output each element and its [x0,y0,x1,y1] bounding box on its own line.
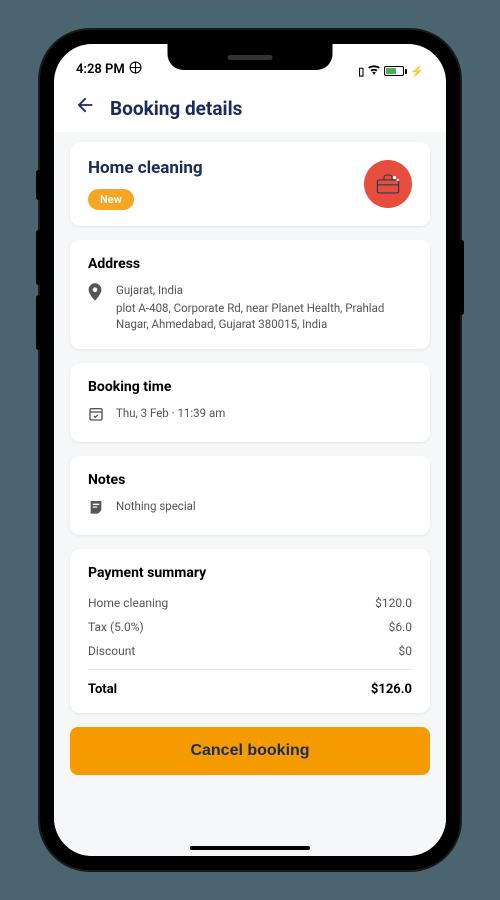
screen: 4:28 PM ▯ ⚡ Booking details [54,44,446,856]
status-time: 4:28 PM [76,62,125,77]
payment-value: $120.0 [375,596,412,610]
phone-side-button [36,230,41,285]
notes-row: Nothing special [88,498,412,519]
phone-frame: 4:28 PM ▯ ⚡ Booking details [40,30,460,870]
note-icon [88,499,106,519]
status-right: ▯ ⚡ [358,64,424,78]
phone-speaker [228,55,273,60]
phone-side-button [36,170,41,200]
payment-row: Tax (5.0%) $6.0 [88,615,412,639]
address-line2: plot A-408, Corporate Rd, near Planet He… [116,300,412,333]
service-info: Home cleaning New [88,158,203,210]
booking-time-card: Booking time Thu, 3 Feb · 11:39 am [70,363,430,442]
payment-label: Home cleaning [88,596,168,610]
payment-row: Discount $0 [88,639,412,663]
notes-heading: Notes [88,472,412,488]
service-card: Home cleaning New [70,142,430,226]
payment-total-row: Total $126.0 [88,676,412,697]
notes-card: Notes Nothing special [70,456,430,535]
battery-icon [384,66,407,76]
payment-heading: Payment summary [88,565,412,581]
status-left: 4:28 PM [76,61,142,78]
booking-time-row: Thu, 3 Feb · 11:39 am [88,405,412,426]
charging-icon: ⚡ [410,65,424,78]
notes-value: Nothing special [116,498,196,515]
calendar-check-icon [88,406,106,426]
payment-total-value: $126.0 [371,682,412,697]
app-header: Booking details [54,80,446,132]
payment-label: Tax (5.0%) [88,620,144,634]
location-pin-icon [88,283,106,305]
content-scroll[interactable]: Home cleaning New Address [54,132,446,856]
booking-time-heading: Booking time [88,379,412,395]
payment-row: Home cleaning $120.0 [88,591,412,615]
address-text: Gujarat, India plot A-408, Corporate Rd,… [116,282,412,333]
phone-notch [168,44,333,70]
booking-time-value: Thu, 3 Feb · 11:39 am [116,405,225,422]
payment-value: $0 [399,644,413,658]
payment-label: Discount [88,644,135,658]
back-arrow-icon[interactable] [74,94,96,122]
payment-value: $6.0 [389,620,412,634]
status-badge: New [88,189,134,210]
cancel-booking-button[interactable]: Cancel booking [70,727,430,775]
phone-side-button [459,240,464,315]
phone-side-button [36,295,41,350]
address-line1: Gujarat, India [116,282,412,299]
address-row: Gujarat, India plot A-408, Corporate Rd,… [88,282,412,333]
divider [88,669,412,670]
app-indicator-icon [129,61,142,78]
cellular-icon: ▯ [358,65,364,78]
address-heading: Address [88,256,412,272]
service-icon [364,160,412,208]
payment-card: Payment summary Home cleaning $120.0 Tax… [70,549,430,713]
wifi-icon [367,64,381,78]
page-title: Booking details [110,97,242,120]
payment-total-label: Total [88,682,117,697]
service-title: Home cleaning [88,158,203,178]
address-card: Address Gujarat, India plot A-408, Corpo… [70,240,430,349]
home-indicator[interactable] [190,846,310,850]
